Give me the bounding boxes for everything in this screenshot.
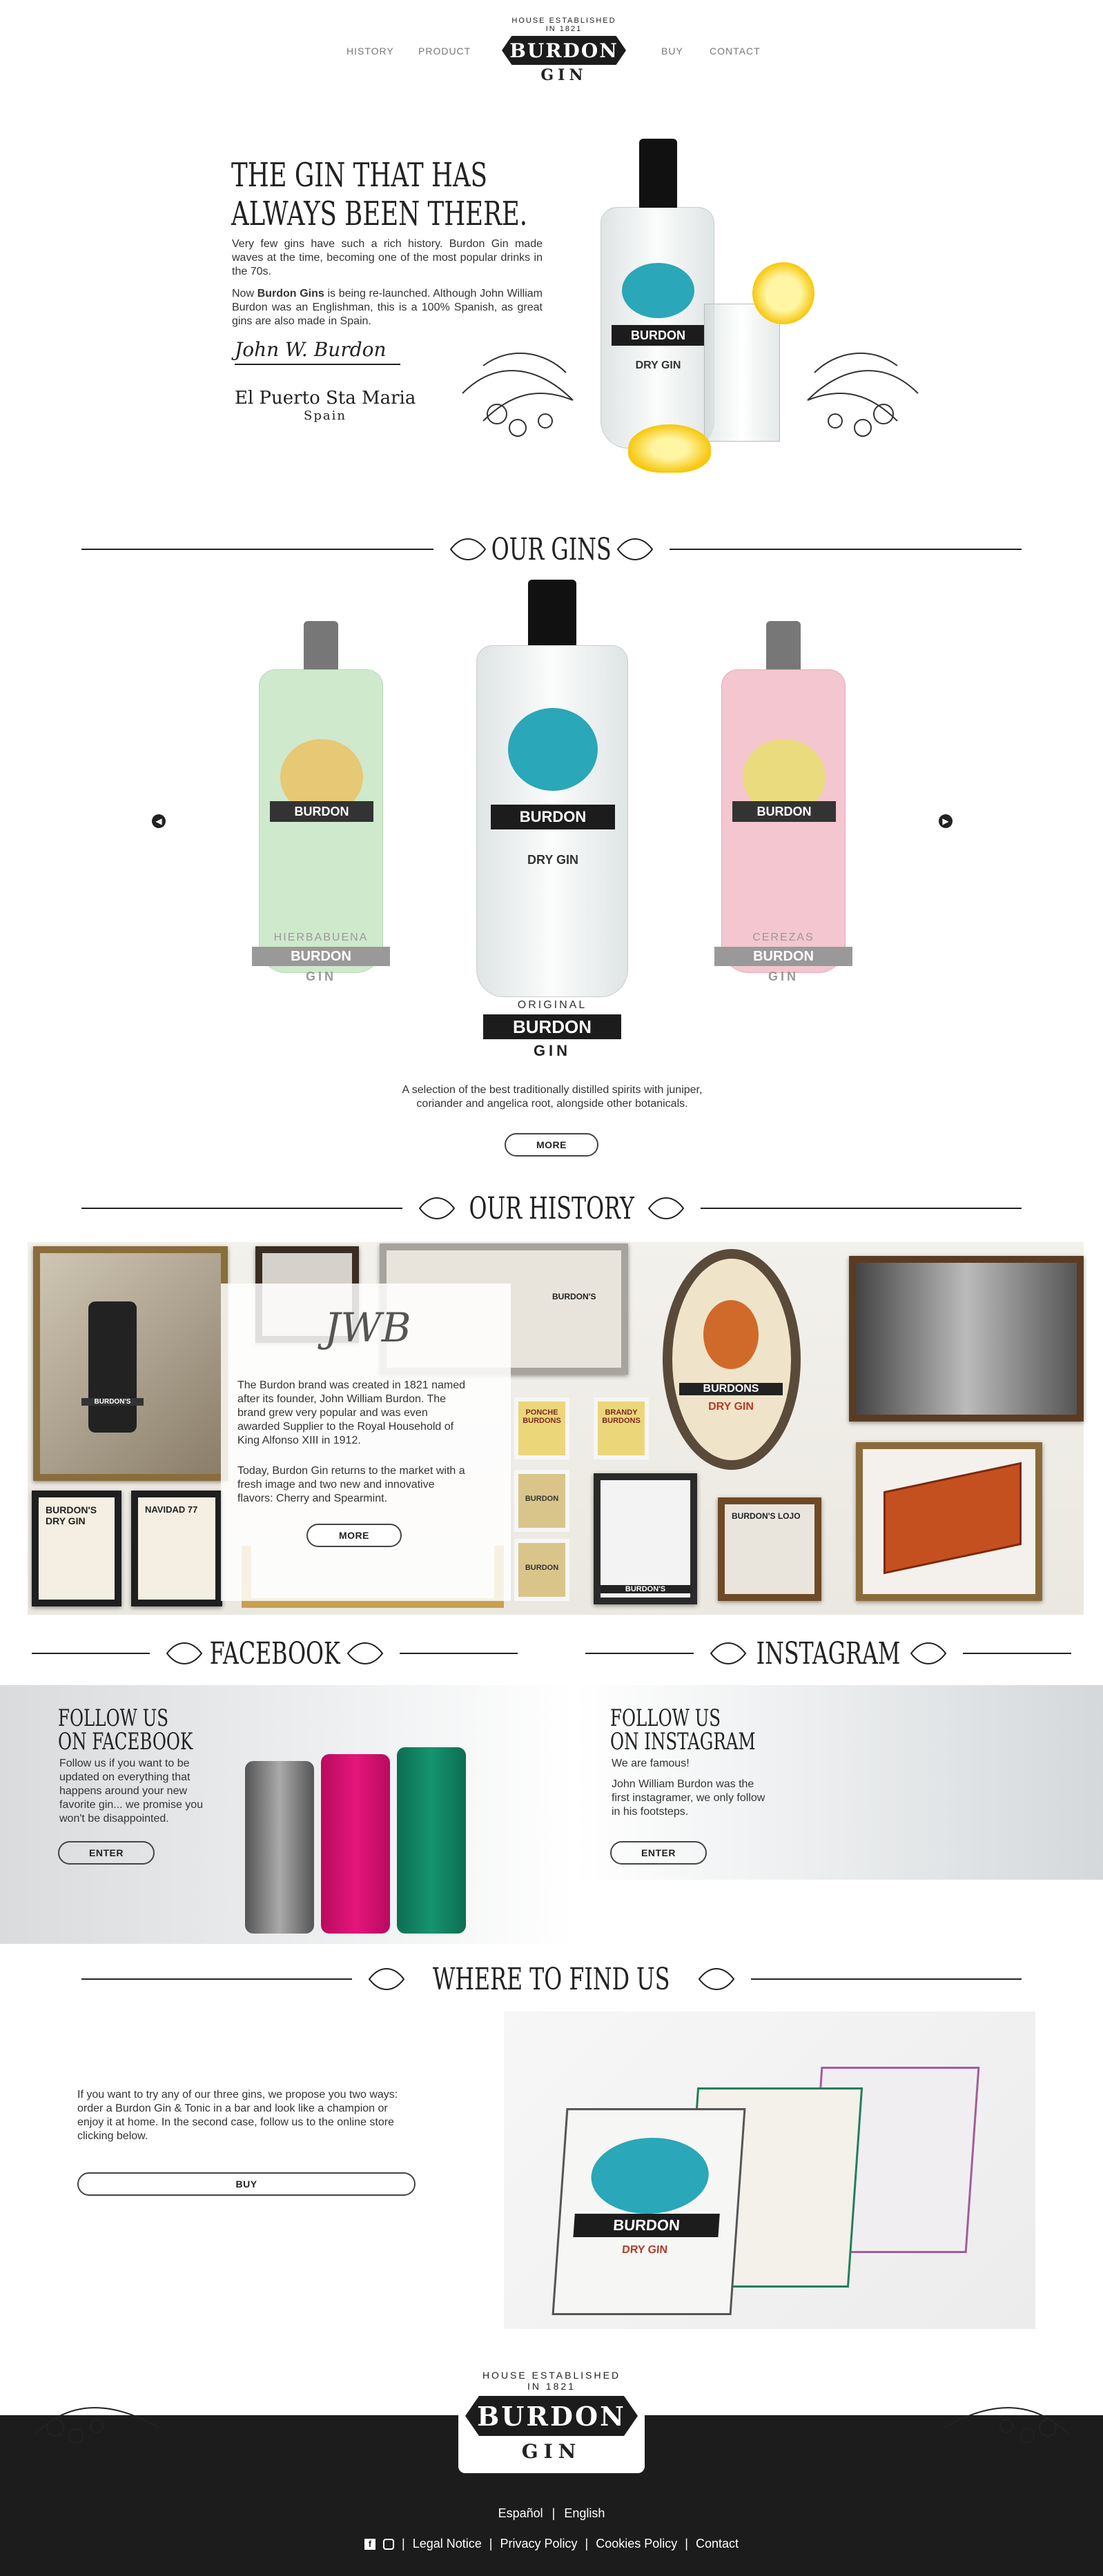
facebook-icon[interactable]: f [364,2539,375,2550]
carousel-prev-icon[interactable]: ◀ [152,814,166,828]
logo-gin: GIN [540,66,587,84]
gift-boxes-image: BURDON DRY GIN [504,2012,1035,2329]
bottle-hierbabuena: BURDON [259,669,383,973]
history-text-panel: JWB The Burdon brand was created in 1821… [221,1284,511,1601]
lang-es-link[interactable]: Español [498,2506,543,2520]
lemon-slices-bottom [628,424,711,473]
facebook-enter-button[interactable]: ENTER [58,1841,155,1865]
section-title-where: WHERE TO FIND US [81,1961,1022,1997]
place-line-1: El Puerto Sta Maria [235,388,416,409]
instagram-title: INSTAGRAM [756,1635,901,1671]
gins-more-button[interactable]: MORE [505,1133,598,1157]
leaf-ornament-icon [366,1965,407,1993]
buy-button[interactable]: BUY [77,2172,416,2196]
history-paragraph-2: Today, Burdon Gin returns to the market … [237,1465,465,1504]
section-title-instagram: INSTAGRAM [585,1635,1072,1671]
our-gins-title: OUR GINS [491,531,612,567]
small-label-ponche: PONCHE BURDONS [514,1397,569,1459]
nav-link-contact[interactable]: CONTACT [710,46,761,57]
logo-wordmark: BURDON [502,36,626,65]
leaf-ornament-icon [696,1965,737,1993]
frame-dry-gin-poster: BURDON'S [594,1473,697,1604]
leaf-ornament-icon [707,1640,749,1667]
gins-carousel: ◀ ▶ BURDON HIERBABUENA BURDON GIN BURDON… [138,580,966,1076]
frame-gift-box [856,1442,1042,1601]
small-label-brandy: BRANDY BURDONS [594,1397,649,1459]
header: HISTORY PRODUCT BUY CONTACT HOUSE ESTABL… [0,0,1103,97]
bottle-label-hierbabuena: HIERBABUENA [273,932,369,943]
gin-card-original[interactable]: BURDON DRY GIN ORIGINAL BURDON GIN [476,580,628,1063]
section-title-facebook: FACEBOOK [32,1635,518,1671]
instagram-text-1: We are famous! [612,1758,690,1769]
leaf-ornament-icon [344,1640,386,1667]
history-more-button[interactable]: MORE [306,1524,402,1547]
language-switcher: Español | English [498,2506,605,2520]
carousel-next-icon[interactable]: ▶ [939,814,953,828]
privacy-policy-link[interactable]: Privacy Policy [500,2537,577,2550]
frame-couple-photo [849,1256,1084,1422]
leaf-ornament-icon [447,535,489,563]
gin-card-hierbabuena[interactable]: BURDON HIERBABUENA BURDON GIN [252,621,390,1007]
hero-product-image: BURDON DRY GIN [456,138,925,497]
frame-oval-portrait: BURDONS DRY GIN [663,1249,801,1470]
footer: HOUSE ESTABLISHED IN 1821 BURDON GIN Esp… [0,2346,1103,2576]
nav-link-product[interactable]: PRODUCT [418,46,471,57]
signature: John W. Burdon [235,338,400,365]
instagram-icon[interactable] [382,2539,394,2550]
hero-section: THE GIN THAT HAS ALWAYS BEEN THERE. Very… [0,110,1103,497]
bottle-label-original: ORIGINAL [517,999,587,1011]
frame-ad-navidad: NAVIDAD 77 [131,1491,222,1606]
instagram-text-2: John William Burdon was the first instag… [612,1778,765,1818]
bottle-cerezas: BURDON [721,669,846,973]
nav-link-buy[interactable]: BUY [661,46,683,57]
cookies-policy-link[interactable]: Cookies Policy [596,2537,677,2550]
bottle-original: BURDON DRY GIN [476,645,628,997]
hero-bottle: BURDON DRY GIN [601,139,714,449]
lemon-slice-top [752,262,814,324]
leaf-ornament-icon [416,1194,458,1222]
header-logo[interactable]: HOUSE ESTABLISHED IN 1821 BURDON GIN [498,17,629,88]
footer-branch-left-icon [34,2407,159,2444]
section-title-our-history: OUR HISTORY [81,1190,1022,1226]
contact-link[interactable]: Contact [696,2537,739,2550]
leaf-ornament-icon [164,1640,205,1667]
gins-description: A selection of the best traditionally di… [402,1084,703,1110]
hero-glass [704,304,780,442]
dripping-bottles-image [238,1692,480,1940]
logo-established: HOUSE ESTABLISHED [511,17,616,25]
history-collage: BURDON'S BURDON'S BURDONS DRY GIN BURDON… [28,1242,1084,1615]
frame-bottle-photo: BURDON'S [33,1246,228,1481]
logo-year: IN 1821 [545,25,583,33]
nav-link-history[interactable]: HISTORY [346,46,394,57]
leaf-ornament-icon [614,535,656,563]
footer-branch-right-icon [944,2407,1069,2444]
instagram-heading-2: ON INSTAGRAM [610,1728,756,1756]
footer-links: f | Legal Notice | Privacy Policy | Cook… [0,2537,1103,2551]
leaf-ornament-icon [645,1194,687,1222]
frame-ad-dry-gin: BURDON'S DRY GIN [32,1491,121,1606]
jwb-monogram: JWB [324,1304,411,1351]
social-band: FOLLOW US ON FACEBOOK Follow us if you w… [0,1685,1103,1944]
section-title-our-gins: OUR GINS [81,531,1022,567]
leaf-ornament-icon [908,1640,949,1667]
small-label-burdon-2: BURDON [514,1539,569,1601]
where-text: If you want to try any of our three gins… [77,2089,398,2142]
gin-card-cerezas[interactable]: BURDON CEREZAS BURDON GIN [714,621,852,1007]
facebook-title: FACEBOOK [209,1635,340,1671]
legal-notice-link[interactable]: Legal Notice [413,2537,482,2550]
facebook-heading-2: ON FACEBOOK [58,1728,193,1756]
history-paragraph-1: The Burdon brand was created in 1821 nam… [237,1379,465,1446]
frame-lojo: BURDON'S LOJO [718,1497,821,1601]
facebook-text: Follow us if you want to be updated on e… [59,1758,204,1825]
place-line-2: Spain [304,409,346,423]
where-title: WHERE TO FIND US [433,1961,670,1997]
footer-logo[interactable]: HOUSE ESTABLISHED IN 1821 BURDON GIN [458,2363,645,2473]
small-label-burdon-1: BURDON [514,1470,569,1532]
bottle-label-cerezas: CEREZAS [752,932,814,943]
lang-en-link[interactable]: English [564,2506,605,2520]
our-history-title: OUR HISTORY [469,1190,634,1226]
instagram-enter-button[interactable]: ENTER [610,1841,707,1865]
